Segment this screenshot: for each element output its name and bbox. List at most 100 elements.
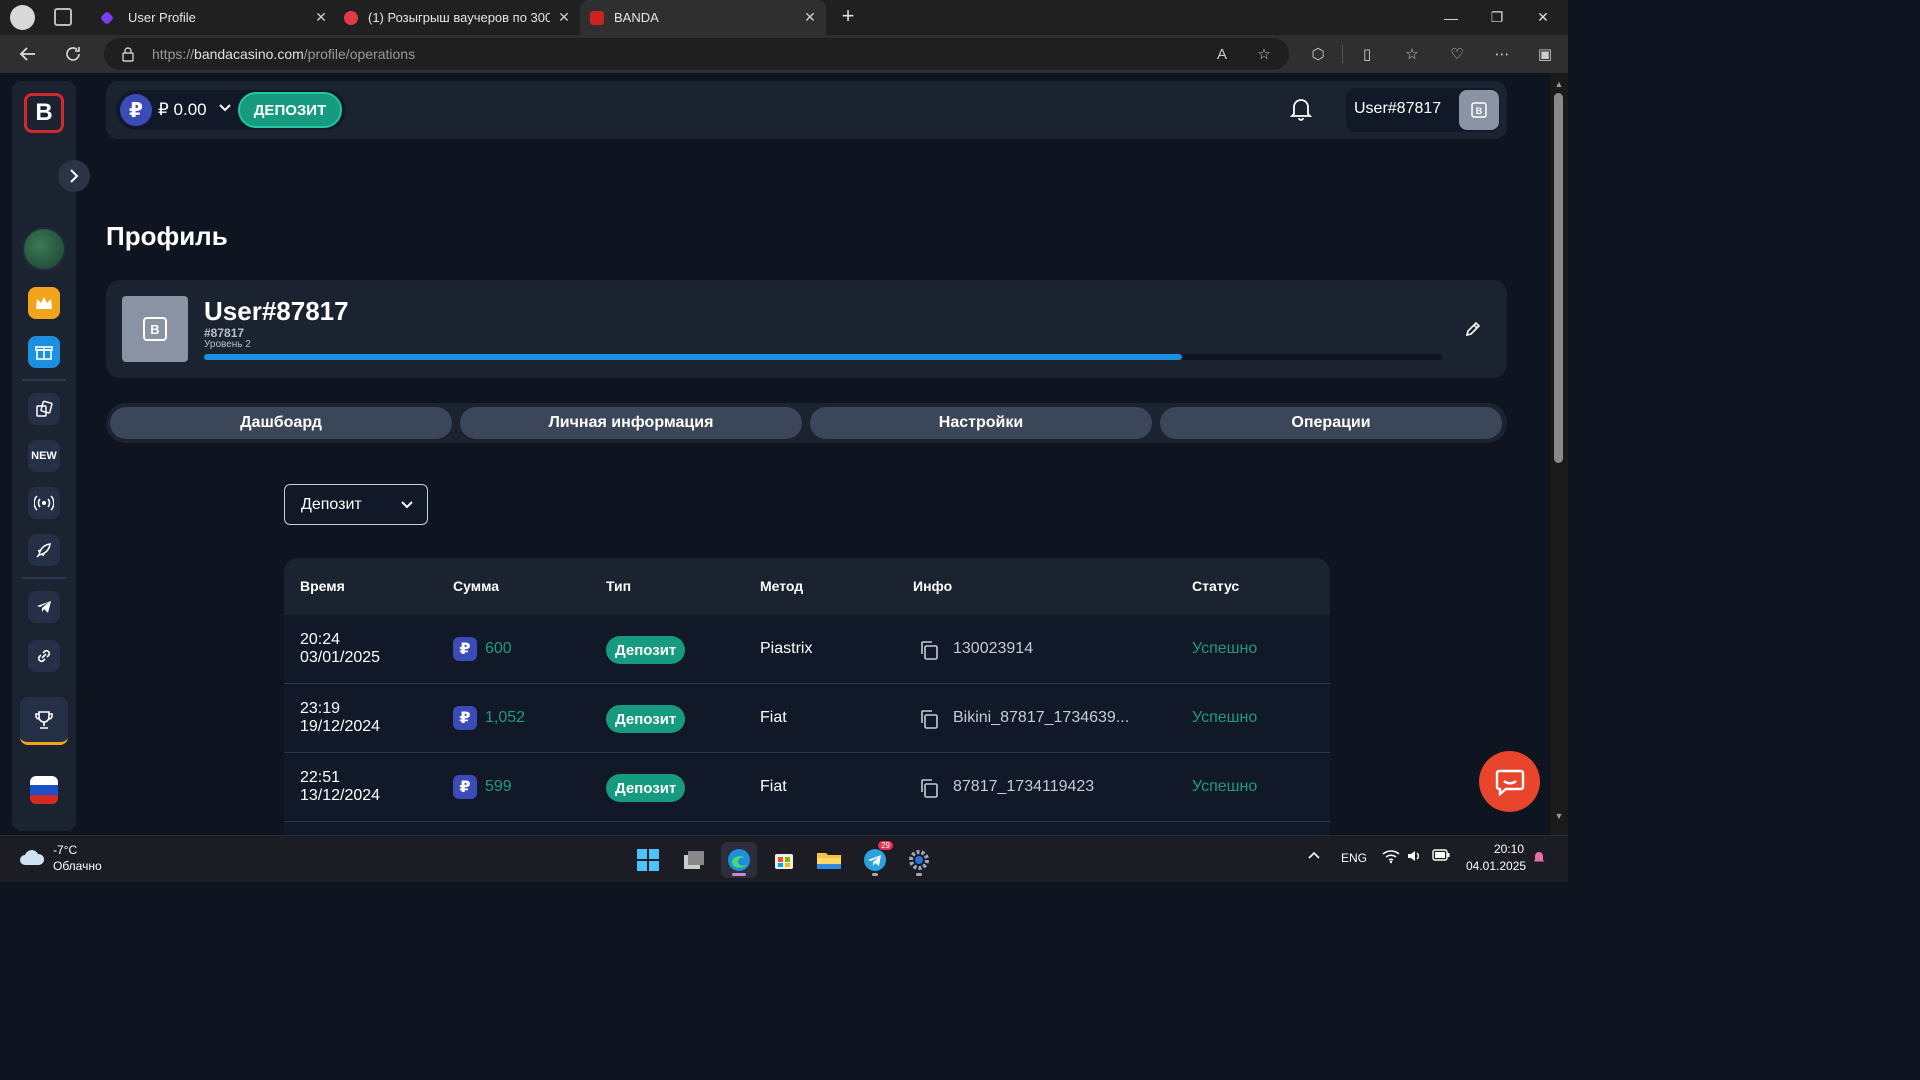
clock-date[interactable]: 04.01.2025: [1466, 859, 1526, 873]
read-aloud-icon[interactable]: A: [1212, 44, 1232, 64]
browser-essentials-icon[interactable]: ♡: [1447, 44, 1467, 64]
task-view-icon[interactable]: [676, 842, 712, 878]
tab-dashboard[interactable]: Дашбоард: [110, 407, 452, 439]
ruble-coin-icon: ₽: [120, 94, 152, 126]
profile-icon[interactable]: [10, 5, 35, 30]
address-toolbar: https://bandacasino.com/profile/operatio…: [0, 35, 1568, 73]
copy-icon[interactable]: [918, 639, 940, 661]
sidebar-toggle-icon[interactable]: ▣: [1535, 44, 1555, 64]
scroll-up-arrow-icon[interactable]: ▲: [1553, 79, 1565, 91]
url-bar[interactable]: https://bandacasino.com/profile/operatio…: [104, 38, 1289, 70]
telegram-app-icon[interactable]: 29: [857, 841, 893, 878]
russia-flag-icon[interactable]: [30, 776, 58, 804]
scroll-down-arrow-icon[interactable]: ▼: [1553, 811, 1565, 823]
table-header: Время Сумма Тип Метод Инфо Статус: [284, 558, 1330, 615]
user-avatar[interactable]: B: [1459, 90, 1499, 130]
telegram-icon[interactable]: [28, 591, 60, 623]
refresh-icon[interactable]: [59, 40, 87, 68]
rocket-icon[interactable]: [28, 534, 60, 566]
minimize-icon[interactable]: —: [1428, 0, 1474, 35]
copy-icon[interactable]: [918, 777, 940, 799]
battery-icon[interactable]: [1432, 849, 1450, 864]
url-text[interactable]: https://bandacasino.com/profile/operatio…: [152, 46, 415, 62]
time-cell: 22:51 13/12/2024: [300, 769, 380, 805]
notification-bell-icon[interactable]: [1289, 97, 1314, 123]
favorites-icon[interactable]: ☆: [1402, 44, 1422, 64]
page-title: Профиль: [106, 221, 228, 251]
tab-settings[interactable]: Настройки: [810, 407, 1152, 439]
browser-tab-bar: User Profile ✕ (1) Розыгрыш ваучеров по …: [0, 0, 1568, 35]
crown-icon[interactable]: [28, 287, 60, 319]
running-app-indicator: [872, 873, 878, 876]
balance-selector[interactable]: ₽ ₽ 0.00 ДЕПОЗИТ: [116, 90, 346, 130]
page-scrollbar[interactable]: ▲ ▼: [1550, 73, 1568, 835]
close-window-icon[interactable]: ✕: [1520, 0, 1566, 35]
tab-operations[interactable]: Операции: [1160, 407, 1502, 439]
extensions-icon[interactable]: ⬡: [1308, 44, 1328, 64]
close-tab-icon[interactable]: ✕: [802, 9, 818, 25]
new-games-icon[interactable]: NEW: [28, 440, 60, 472]
user-menu[interactable]: User#87817 B: [1346, 88, 1500, 132]
live-broadcast-icon[interactable]: [28, 487, 60, 519]
tab-favicon-icon: [590, 10, 604, 25]
clock-time[interactable]: 20:10: [1494, 842, 1524, 856]
windows-start-icon[interactable]: [630, 842, 666, 878]
wifi-icon[interactable]: [1382, 848, 1400, 867]
level-progress-bar: [204, 354, 1442, 360]
trophy-icon[interactable]: [20, 697, 68, 745]
new-tab-button[interactable]: +: [836, 3, 860, 31]
telegram-unread-badge: 29: [878, 841, 893, 850]
more-options-icon[interactable]: ⋯: [1492, 44, 1512, 64]
show-hidden-icons-chevron-icon[interactable]: [1307, 848, 1321, 865]
copy-icon[interactable]: [918, 708, 940, 730]
edit-pencil-icon[interactable]: [1464, 320, 1484, 340]
favorite-star-icon[interactable]: ☆: [1254, 44, 1274, 64]
gift-icon[interactable]: [28, 336, 60, 368]
table-row: 22:51 13/12/2024 ₽599 Депозит Fiat 87817_…: [284, 753, 1330, 822]
deposit-button[interactable]: ДЕПОЗИТ: [238, 92, 342, 128]
brand-logo[interactable]: B: [24, 93, 64, 133]
operation-type-select[interactable]: Депозит: [284, 484, 428, 525]
vip-avatar[interactable]: [22, 227, 66, 271]
split-screen-icon[interactable]: ▯: [1357, 44, 1377, 64]
close-tab-icon[interactable]: ✕: [556, 9, 572, 25]
balance-amount: ₽ 0.00: [158, 100, 207, 119]
microsoft-store-icon[interactable]: [766, 842, 802, 878]
close-tab-icon[interactable]: ✕: [313, 9, 329, 25]
table-row: 23:19 19/12/2024 ₽1,052 Депозит Fiat Biki…: [284, 684, 1330, 753]
back-icon[interactable]: [14, 40, 42, 68]
file-explorer-icon[interactable]: [811, 842, 847, 878]
toolbar-divider: [1342, 45, 1343, 63]
chevron-down-icon: [401, 501, 413, 509]
row-method: Piastrix: [760, 640, 813, 657]
tab-personal-info[interactable]: Личная информация: [460, 407, 802, 439]
tab-banda[interactable]: BANDA ✕: [580, 0, 826, 35]
link-icon[interactable]: [28, 640, 60, 672]
cloud-weather-icon[interactable]: [18, 847, 46, 867]
url-host: bandacasino.com: [194, 46, 304, 62]
row-amount: 599: [485, 778, 512, 795]
chevron-down-icon[interactable]: [216, 100, 231, 117]
workspaces-icon[interactable]: [54, 8, 72, 26]
sidebar: B NEW: [12, 81, 76, 831]
row-info: 87817_1734119423: [953, 778, 1095, 795]
support-chat-button[interactable]: [1479, 751, 1540, 812]
operations-table: Время Сумма Тип Метод Инфо Статус 20:24 0…: [284, 558, 1330, 835]
active-app-indicator: [732, 873, 746, 876]
expand-sidebar-button[interactable]: [58, 160, 90, 192]
row-status: Успешно: [1192, 640, 1258, 657]
restore-icon[interactable]: ❐: [1474, 0, 1520, 35]
edge-browser-icon[interactable]: [721, 842, 757, 878]
notification-center-icon[interactable]: [1532, 849, 1546, 868]
games-icon[interactable]: [28, 393, 60, 425]
row-amount: 1,052: [485, 709, 526, 726]
settings-gear-icon[interactable]: [901, 842, 937, 878]
volume-icon[interactable]: [1406, 848, 1422, 867]
tab-favicon-icon: [99, 10, 115, 25]
tab-user-profile[interactable]: User Profile ✕: [92, 0, 337, 35]
scrollbar-thumb[interactable]: [1554, 93, 1563, 463]
input-language[interactable]: ENG: [1341, 851, 1367, 865]
lock-icon[interactable]: [120, 46, 136, 62]
svg-text:B: B: [150, 322, 159, 337]
tab-vouchers[interactable]: (1) Розыгрыш ваучеров по 300р ✕: [337, 0, 580, 35]
